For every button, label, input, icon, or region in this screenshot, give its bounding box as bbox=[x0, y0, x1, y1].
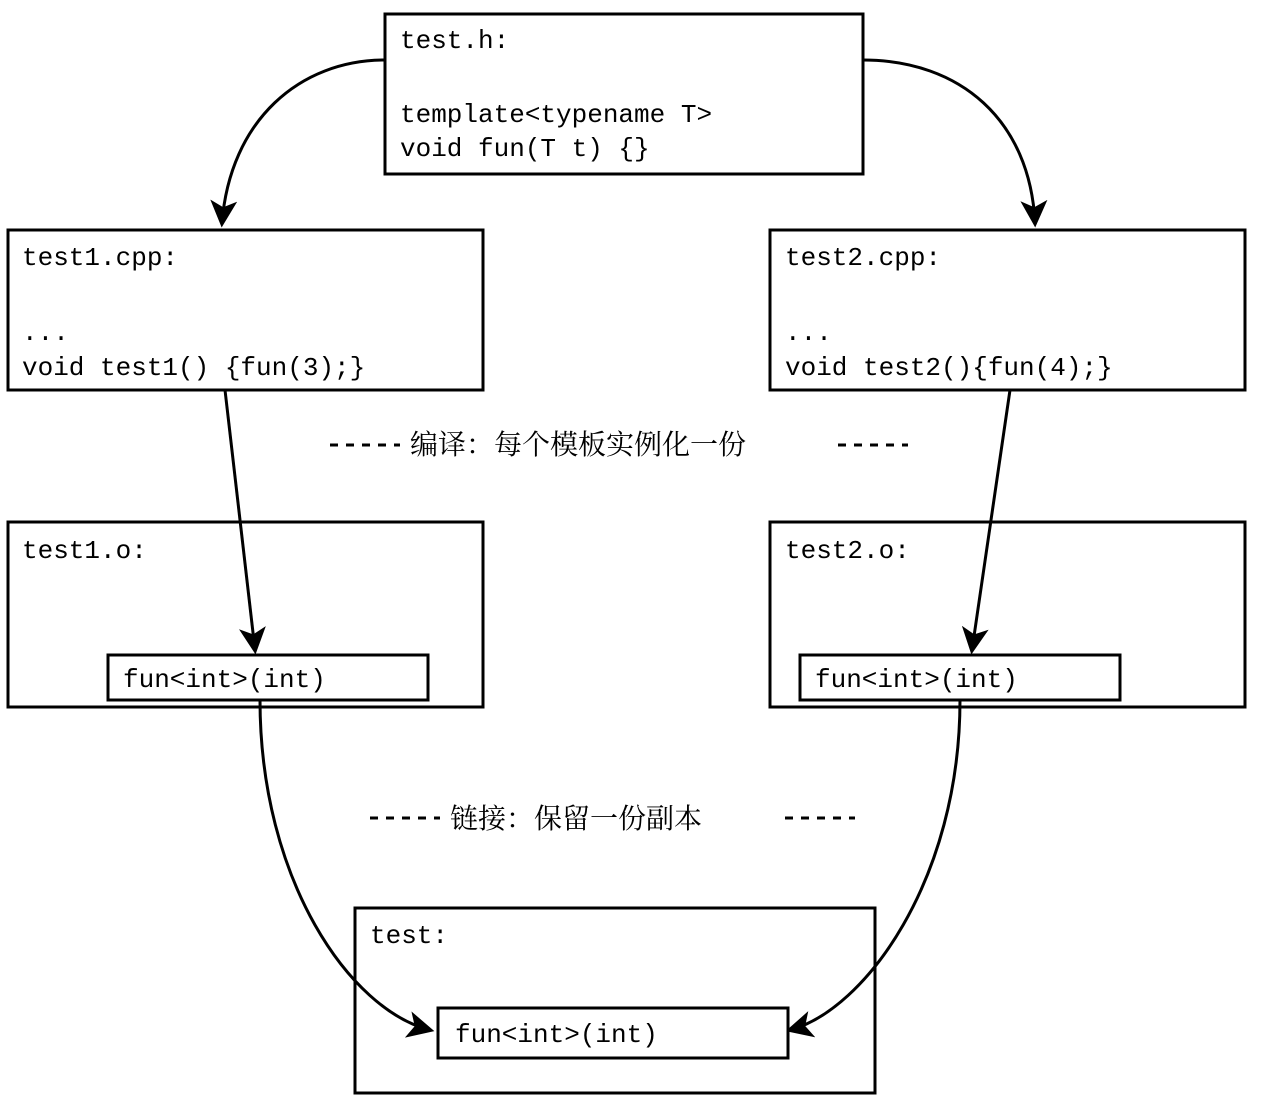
arrow-left-cpp-to-obj bbox=[225, 390, 255, 650]
arrow-header-to-right-cpp bbox=[863, 60, 1035, 223]
header-line1: template<typename T> bbox=[400, 100, 712, 130]
box-right-cpp: test2.cpp: ... void test2(){fun(4);} bbox=[770, 230, 1245, 390]
right-cpp-ellipsis: ... bbox=[785, 318, 832, 348]
left-obj-instantiation: fun<int>(int) bbox=[123, 665, 326, 695]
left-cpp-title: test1.cpp: bbox=[22, 243, 178, 273]
box-right-obj-inner: fun<int>(int) bbox=[800, 655, 1120, 700]
box-left-obj-inner: fun<int>(int) bbox=[108, 655, 428, 700]
header-title: test.h: bbox=[400, 26, 509, 56]
stage2-label: 链接：保留一份副本 bbox=[450, 797, 702, 837]
box-right-obj: test2.o: fun<int>(int) bbox=[770, 522, 1245, 707]
header-line2: void fun(T t) {} bbox=[400, 134, 650, 164]
right-obj-instantiation: fun<int>(int) bbox=[815, 665, 1018, 695]
box-final-inner: fun<int>(int) bbox=[438, 1008, 788, 1058]
final-title: test: bbox=[370, 921, 448, 951]
stage1-label: 编译：每个模板实例化一份 bbox=[410, 423, 746, 463]
template-compilation-diagram: test.h: template<typename T> void fun(T … bbox=[0, 0, 1269, 1119]
box-header: test.h: template<typename T> void fun(T … bbox=[385, 14, 863, 174]
left-obj-title: test1.o: bbox=[22, 536, 147, 566]
right-cpp-code: void test2(){fun(4);} bbox=[785, 353, 1113, 383]
right-obj-title: test2.o: bbox=[785, 536, 910, 566]
stage1-divider: 编译：每个模板实例化一份 bbox=[330, 423, 908, 463]
stage2-divider: 链接：保留一份副本 bbox=[370, 797, 855, 837]
final-instantiation: fun<int>(int) bbox=[455, 1020, 658, 1050]
box-left-obj: test1.o: fun<int>(int) bbox=[8, 522, 483, 707]
arrow-header-to-left-cpp bbox=[222, 60, 385, 223]
arrow-right-cpp-to-obj bbox=[972, 390, 1010, 650]
box-final: test: fun<int>(int) bbox=[355, 908, 875, 1093]
box-left-cpp: test1.cpp: ... void test1() {fun(3);} bbox=[8, 230, 483, 390]
right-cpp-title: test2.cpp: bbox=[785, 243, 941, 273]
left-cpp-code: void test1() {fun(3);} bbox=[22, 353, 365, 383]
arrow-left-obj-to-final bbox=[260, 700, 430, 1030]
left-cpp-ellipsis: ... bbox=[22, 318, 69, 348]
